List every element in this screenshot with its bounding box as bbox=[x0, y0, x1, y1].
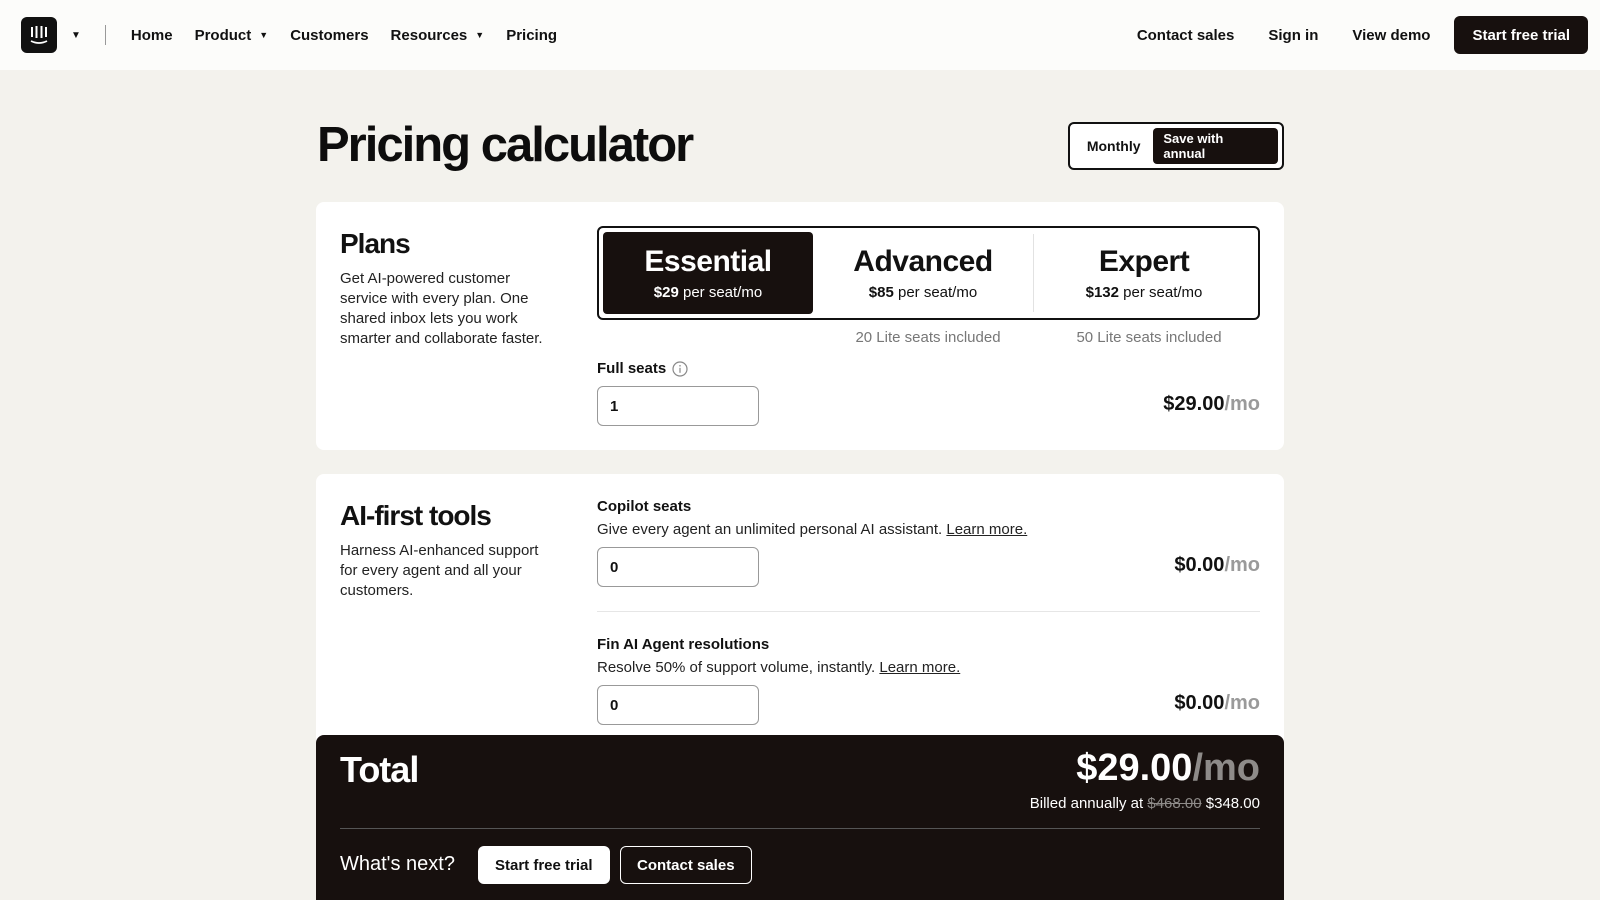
nav-link-pricing[interactable]: Pricing bbox=[506, 27, 557, 44]
nav-link-label: Home bbox=[130, 26, 173, 44]
full-seats-label-text: Full seats bbox=[597, 360, 667, 377]
fin-learn-more-link[interactable]: Learn more. bbox=[879, 659, 960, 676]
plan-name: Essential bbox=[644, 245, 772, 278]
original-price: $468.00 bbox=[1147, 795, 1202, 812]
nav-link-label: Pricing bbox=[506, 26, 558, 44]
plans-description: Get AI-powered customer service with eve… bbox=[340, 270, 543, 347]
contact-sales-button[interactable]: Contact sales bbox=[620, 846, 752, 884]
start-free-trial-button[interactable]: Start free trial bbox=[1454, 16, 1588, 54]
start-free-trial-button[interactable]: Start free trial bbox=[478, 846, 610, 884]
ai-tools-card: AI-first tools Harness AI-enhanced suppo… bbox=[316, 474, 1284, 774]
plans-title: Plans bbox=[340, 228, 411, 259]
total-label: Total bbox=[340, 749, 419, 790]
nav-link-label: Customers bbox=[290, 26, 369, 44]
copilot-price: $0.00/mo bbox=[1174, 554, 1260, 576]
plan-name: Advanced bbox=[853, 245, 993, 278]
sign-in-link[interactable]: Sign in bbox=[1268, 27, 1318, 44]
fin-description: Resolve 50% of support volume, instantly… bbox=[597, 659, 961, 676]
copilot-seats-input[interactable] bbox=[597, 547, 759, 587]
top-nav: ▼ Home Product ▼ Customers Resources ▼ Pri… bbox=[0, 0, 1600, 70]
intercom-logo-icon[interactable] bbox=[21, 17, 57, 53]
nav-links: Home Product ▼ Customers Resources ▼ Prici… bbox=[131, 27, 557, 44]
fin-resolutions-label: Fin AI Agent resolutions bbox=[597, 636, 770, 653]
info-icon[interactable] bbox=[672, 360, 688, 377]
plan-selector: Essential $29 per seat/mo Advanced $85 p… bbox=[597, 226, 1260, 320]
nav-link-label: Product bbox=[194, 26, 252, 44]
nav-right: Contact sales Sign in View demo Start fr… bbox=[1137, 16, 1588, 54]
contact-sales-link[interactable]: Contact sales bbox=[1137, 27, 1235, 44]
plan-name: Expert bbox=[1098, 245, 1190, 278]
view-demo-link[interactable]: View demo bbox=[1352, 27, 1430, 44]
nav-link-customers[interactable]: Customers bbox=[290, 27, 368, 44]
plan-essential[interactable]: Essential $29 per seat/mo bbox=[603, 232, 813, 314]
copilot-learn-more-link[interactable]: Learn more. bbox=[946, 521, 1027, 538]
toggle-monthly[interactable]: Monthly bbox=[1074, 138, 1153, 154]
copilot-description: Give every agent an unlimited personal A… bbox=[597, 521, 1028, 538]
plan-advanced[interactable]: Advanced $85 per seat/mo bbox=[813, 232, 1033, 314]
chevron-down-icon: ▼ bbox=[475, 30, 485, 40]
chevron-down-icon[interactable]: ▼ bbox=[71, 30, 81, 41]
chevron-down-icon: ▼ bbox=[259, 30, 269, 40]
total-amount: $29.00/mo bbox=[1076, 747, 1260, 789]
fin-resolutions-input[interactable] bbox=[597, 685, 759, 725]
whats-next-label: What's next? bbox=[340, 853, 455, 875]
plan-expert[interactable]: Expert $132 per seat/mo bbox=[1034, 232, 1254, 314]
ai-tools-title: AI-first tools bbox=[340, 500, 492, 531]
nav-divider bbox=[104, 25, 106, 45]
ai-tools-description: Harness AI-enhanced support for every ag… bbox=[340, 542, 539, 599]
plans-card: Plans Get AI-powered customer service wi… bbox=[316, 202, 1284, 450]
discounted-price: $348.00 bbox=[1205, 795, 1260, 812]
full-seats-label: Full seats bbox=[597, 360, 688, 377]
nav-link-home[interactable]: Home bbox=[131, 27, 173, 44]
toggle-annual[interactable]: Save with annual bbox=[1153, 128, 1278, 164]
plan-price: $132 per seat/mo bbox=[1085, 284, 1203, 301]
nav-link-resources[interactable]: Resources ▼ bbox=[391, 27, 485, 44]
total-card: Total $29.00/mo Billed annually at $468.… bbox=[316, 735, 1284, 900]
billing-toggle: Monthly Save with annual bbox=[1068, 122, 1284, 170]
billed-annually-text: Billed annually at $468.00 $348.00 bbox=[1029, 795, 1260, 812]
fin-price: $0.00/mo bbox=[1174, 692, 1260, 714]
nav-link-product[interactable]: Product ▼ bbox=[195, 27, 269, 44]
nav-link-label: Resources bbox=[390, 26, 468, 44]
copilot-seats-label: Copilot seats bbox=[597, 498, 692, 515]
page-title: Pricing calculator bbox=[317, 118, 694, 172]
ai-tools-divider bbox=[597, 611, 1260, 612]
expert-lite-seats-note: 50 Lite seats included bbox=[1076, 329, 1222, 346]
full-seats-price: $29.00/mo bbox=[1163, 393, 1260, 415]
total-divider bbox=[340, 828, 1260, 829]
plan-price: $85 per seat/mo bbox=[868, 284, 978, 301]
full-seats-input[interactable] bbox=[597, 386, 759, 426]
advanced-lite-seats-note: 20 Lite seats included bbox=[855, 329, 1001, 346]
plan-price: $29 per seat/mo bbox=[653, 284, 763, 301]
